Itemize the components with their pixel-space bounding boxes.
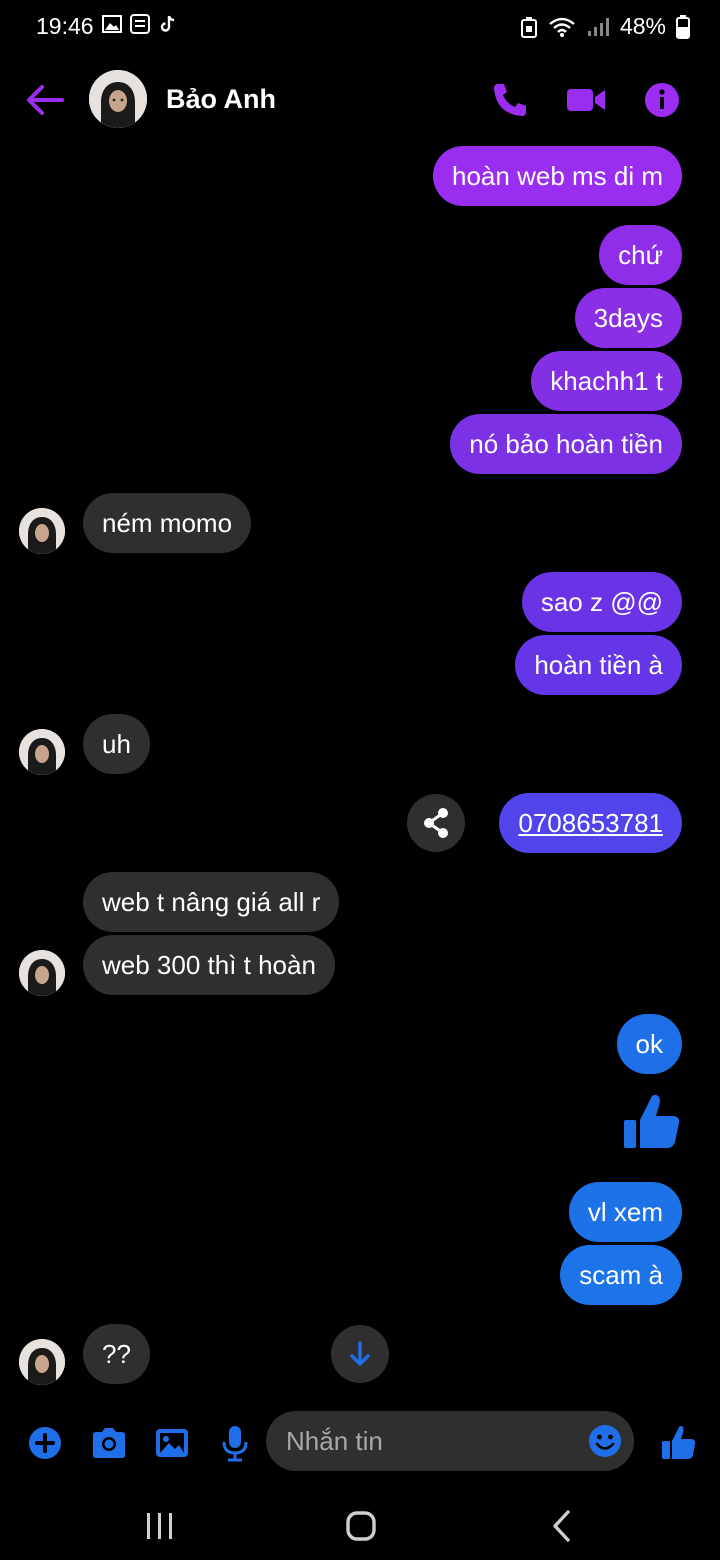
battery-saver-icon bbox=[520, 16, 537, 38]
recent-apps-icon[interactable] bbox=[138, 1504, 182, 1548]
message-input[interactable] bbox=[286, 1411, 586, 1471]
send-like-icon[interactable] bbox=[659, 1423, 699, 1463]
outgoing-message[interactable]: chứ bbox=[599, 225, 682, 285]
emoji-icon[interactable] bbox=[588, 1424, 622, 1458]
sender-avatar[interactable] bbox=[19, 1339, 65, 1385]
notification-icons bbox=[102, 14, 178, 34]
sender-avatar[interactable] bbox=[19, 508, 65, 554]
wifi-icon bbox=[549, 17, 575, 37]
incoming-message[interactable]: ném momo bbox=[83, 493, 252, 553]
status-right: 48% bbox=[520, 13, 690, 40]
outgoing-message[interactable]: nó bảo hoàn tiền bbox=[450, 414, 682, 474]
system-nav-bar bbox=[0, 1490, 720, 1560]
gallery-icon[interactable] bbox=[152, 1423, 192, 1463]
home-icon[interactable] bbox=[339, 1504, 383, 1548]
contact-name[interactable]: Bảo Anh bbox=[166, 84, 276, 115]
battery-icon bbox=[676, 14, 690, 39]
battery-percent: 48% bbox=[619, 13, 666, 39]
outgoing-message[interactable]: khachh1 t bbox=[531, 351, 682, 411]
plus-icon[interactable] bbox=[25, 1423, 65, 1463]
outgoing-message[interactable]: vl xem bbox=[568, 1182, 682, 1242]
message-input-container bbox=[266, 1411, 634, 1471]
share-button[interactable] bbox=[407, 794, 465, 852]
camera-icon[interactable] bbox=[89, 1423, 129, 1463]
message-composer bbox=[0, 1408, 720, 1478]
video-icon[interactable] bbox=[564, 78, 608, 122]
outgoing-message[interactable]: 3days bbox=[574, 288, 682, 348]
incoming-message[interactable]: web t nâng giá all r bbox=[83, 872, 340, 932]
incoming-message[interactable]: ?? bbox=[83, 1324, 150, 1384]
sender-avatar[interactable] bbox=[19, 950, 65, 996]
incoming-message[interactable]: web 300 thì t hoàn bbox=[83, 935, 335, 995]
phone-number-link[interactable]: 0708653781 bbox=[499, 793, 682, 853]
news-app-icon bbox=[130, 14, 150, 34]
scroll-to-bottom-button[interactable] bbox=[331, 1325, 389, 1383]
arrow-down-icon bbox=[350, 1341, 370, 1366]
share-icon bbox=[424, 808, 448, 838]
outgoing-message[interactable]: hoàn web ms di m bbox=[433, 146, 682, 206]
contact-avatar[interactable] bbox=[89, 70, 147, 128]
microphone-icon[interactable] bbox=[215, 1423, 255, 1463]
phone-icon[interactable] bbox=[488, 78, 532, 122]
status-time: 19:46 bbox=[36, 13, 94, 39]
chat-header: Bảo Anh bbox=[0, 64, 720, 136]
tiktok-icon bbox=[160, 15, 175, 32]
back-arrow-icon[interactable] bbox=[22, 80, 66, 120]
sender-avatar[interactable] bbox=[19, 729, 65, 775]
gallery-notification-icon bbox=[102, 15, 122, 33]
outgoing-message[interactable]: ok bbox=[616, 1014, 682, 1074]
signal-icon bbox=[587, 17, 609, 36]
outgoing-message[interactable]: scam à bbox=[560, 1245, 682, 1305]
incoming-message[interactable]: uh bbox=[83, 714, 150, 774]
info-icon[interactable] bbox=[640, 78, 684, 122]
outgoing-message[interactable]: sao z @@ bbox=[521, 572, 682, 632]
outgoing-message[interactable]: hoàn tiền à bbox=[515, 635, 682, 695]
status-bar: 19:46 48% bbox=[0, 0, 720, 56]
back-nav-icon[interactable] bbox=[541, 1504, 585, 1548]
thumbs-up-icon[interactable] bbox=[620, 1090, 684, 1154]
